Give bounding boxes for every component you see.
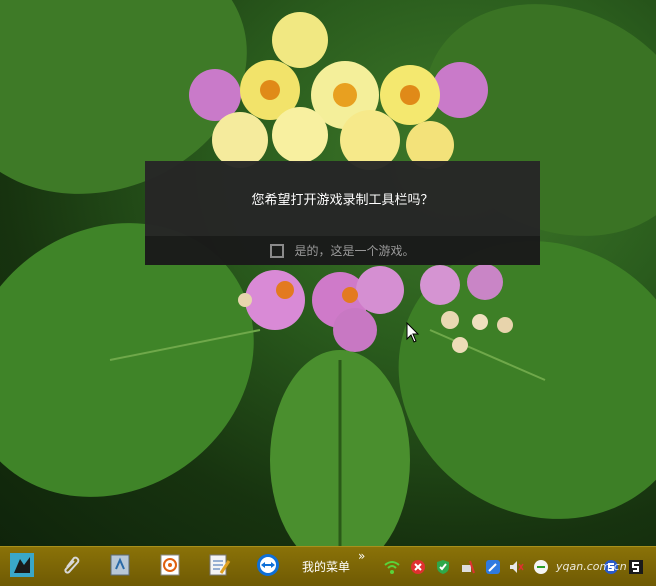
watermark-text: yqan.com.cn bbox=[556, 560, 627, 573]
notebook-icon[interactable] bbox=[108, 553, 132, 577]
game-confirm-checkbox-label[interactable]: 是的，这是一个游戏。 bbox=[294, 242, 414, 259]
mouse-pointer-icon bbox=[406, 321, 420, 348]
wifi-icon[interactable] bbox=[384, 559, 400, 575]
dialog-question: 您希望打开游戏录制工具栏吗？ bbox=[251, 193, 434, 208]
paint-app-icon[interactable] bbox=[158, 553, 182, 577]
edit-icon[interactable] bbox=[485, 559, 501, 575]
notepad-icon[interactable] bbox=[207, 553, 231, 577]
flower-wallpaper-image bbox=[0, 0, 656, 546]
desktop-wallpaper bbox=[0, 0, 656, 546]
paperclip-icon[interactable] bbox=[60, 553, 84, 577]
taskbar-menu-label[interactable]: 我的菜单 bbox=[302, 558, 350, 575]
teamviewer-icon[interactable] bbox=[256, 553, 280, 577]
game-app-icon[interactable] bbox=[10, 553, 34, 577]
volume-icon[interactable] bbox=[508, 559, 524, 575]
network-icon[interactable] bbox=[460, 559, 476, 575]
stop-icon[interactable] bbox=[410, 559, 426, 575]
dialog-header: 您希望打开游戏录制工具栏吗？ bbox=[145, 161, 540, 236]
shield-icon[interactable] bbox=[435, 559, 451, 575]
game-confirm-checkbox[interactable] bbox=[270, 243, 285, 258]
five-icon[interactable] bbox=[628, 559, 644, 575]
ime-icon[interactable] bbox=[533, 559, 549, 575]
taskbar-more-chevron-icon[interactable]: » bbox=[358, 549, 365, 563]
dialog-checkbox-row[interactable]: 是的，这是一个游戏。 bbox=[145, 236, 540, 265]
game-bar-prompt-dialog: 您希望打开游戏录制工具栏吗？ 是的，这是一个游戏。 bbox=[145, 161, 540, 265]
